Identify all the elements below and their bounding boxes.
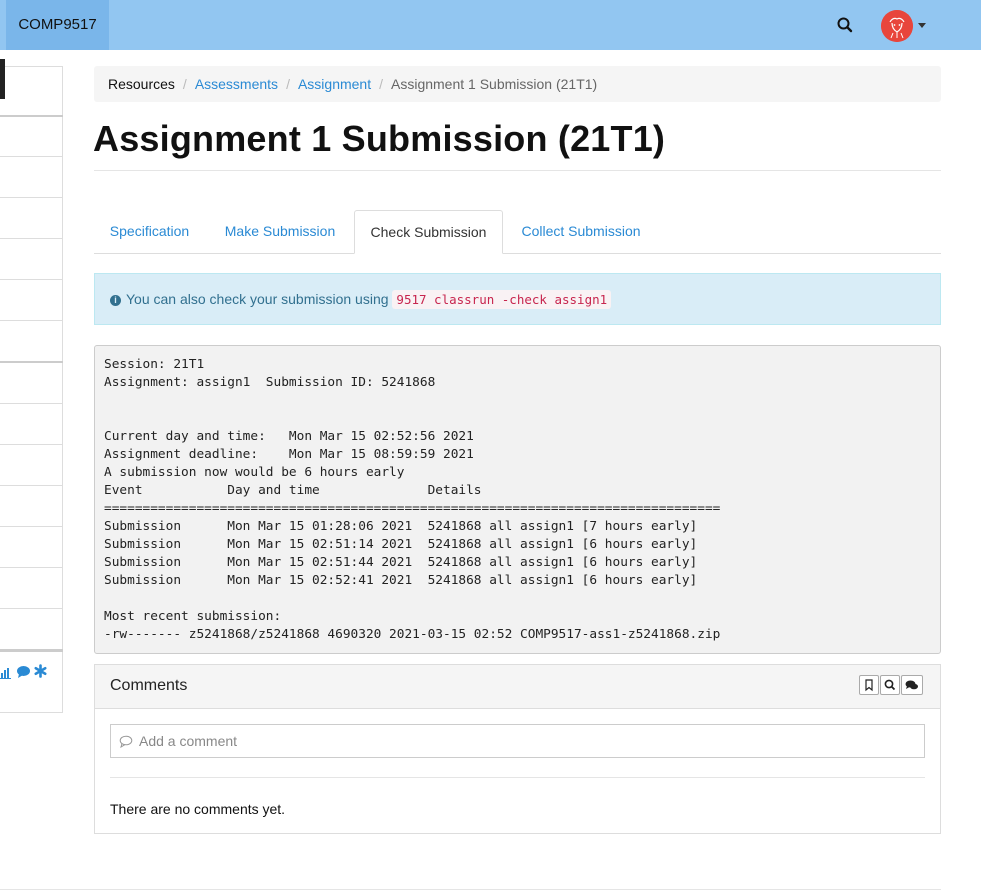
sidebar-item[interactable] — [0, 403, 63, 444]
sidebar-item[interactable] — [0, 361, 63, 403]
sidebar-item[interactable] — [0, 320, 63, 361]
sidebar-item[interactable] — [0, 279, 63, 320]
breadcrumb-assessments[interactable]: Assessments — [195, 76, 278, 92]
breadcrumb-assignment[interactable]: Assignment — [298, 76, 371, 92]
tab-collect-submission[interactable]: Collect Submission — [507, 210, 655, 253]
user-avatar[interactable] — [881, 10, 913, 42]
title-divider — [94, 170, 941, 171]
breadcrumb-resources[interactable]: Resources — [108, 76, 175, 92]
comments-divider — [110, 777, 925, 778]
sidebar-active-indicator — [0, 59, 5, 99]
sidebar-item[interactable] — [0, 526, 63, 567]
breadcrumb-separator: / — [182, 76, 187, 92]
comments-header: Comments — [95, 665, 940, 709]
page-title: Assignment 1 Submission (21T1) — [93, 118, 666, 159]
comments-panel: Comments Add a comment There are no comm… — [94, 664, 941, 834]
sidebar-icon-row — [0, 664, 63, 684]
comments-icon[interactable] — [901, 675, 923, 695]
sidebar-item[interactable] — [0, 608, 63, 649]
breadcrumb-separator: / — [379, 76, 383, 92]
search-icon[interactable] — [834, 14, 856, 36]
classrun-command: 9517 classrun -check assign1 — [392, 290, 612, 309]
info-alert: i You can also check your submission usin… — [94, 273, 941, 325]
course-brand-link[interactable]: COMP9517 — [6, 0, 109, 50]
tab-make-submission[interactable]: Make Submission — [210, 210, 350, 253]
sidebar-item[interactable] — [0, 238, 63, 279]
sidebar-item[interactable] — [0, 444, 63, 485]
submission-tabs: Specification Make Submission Check Subm… — [94, 210, 941, 254]
comments-search-icon[interactable] — [880, 675, 900, 695]
sidebar-item[interactable] — [0, 567, 63, 608]
top-navbar: COMP9517 — [0, 0, 981, 50]
tab-check-submission[interactable]: Check Submission — [354, 210, 503, 254]
no-comments-text: There are no comments yet. — [110, 801, 286, 817]
alert-text: You can also check your submission using — [126, 291, 389, 307]
comments-title: Comments — [110, 677, 188, 694]
footer-divider — [0, 889, 941, 890]
bar-chart-icon[interactable] — [0, 666, 12, 684]
comment-icon[interactable] — [16, 665, 31, 684]
breadcrumb-separator: / — [286, 76, 290, 92]
asterisk-icon[interactable] — [34, 664, 47, 683]
submission-log: Session: 21T1 Assignment: assign1 Submis… — [104, 357, 721, 642]
breadcrumb: Resources / Assessments / Assignment / Assignm… — [94, 66, 941, 102]
left-sidebar — [0, 59, 63, 713]
sidebar-item[interactable] — [0, 156, 63, 197]
add-comment-input[interactable]: Add a comment — [110, 724, 925, 758]
sidebar-item[interactable] — [0, 197, 63, 238]
submission-output: Session: 21T1 Assignment: assign1 Submis… — [94, 345, 941, 654]
caret-down-icon[interactable] — [918, 23, 926, 28]
comment-placeholder: Add a comment — [139, 733, 238, 749]
info-circle-icon: i — [110, 295, 121, 306]
tab-specification[interactable]: Specification — [94, 210, 205, 253]
sidebar-item[interactable] — [0, 115, 63, 157]
sidebar-item[interactable] — [0, 485, 63, 526]
breadcrumb-current: Assignment 1 Submission (21T1) — [391, 76, 598, 92]
comment-bubble-icon — [119, 727, 133, 759]
bookmark-icon[interactable] — [859, 675, 879, 695]
